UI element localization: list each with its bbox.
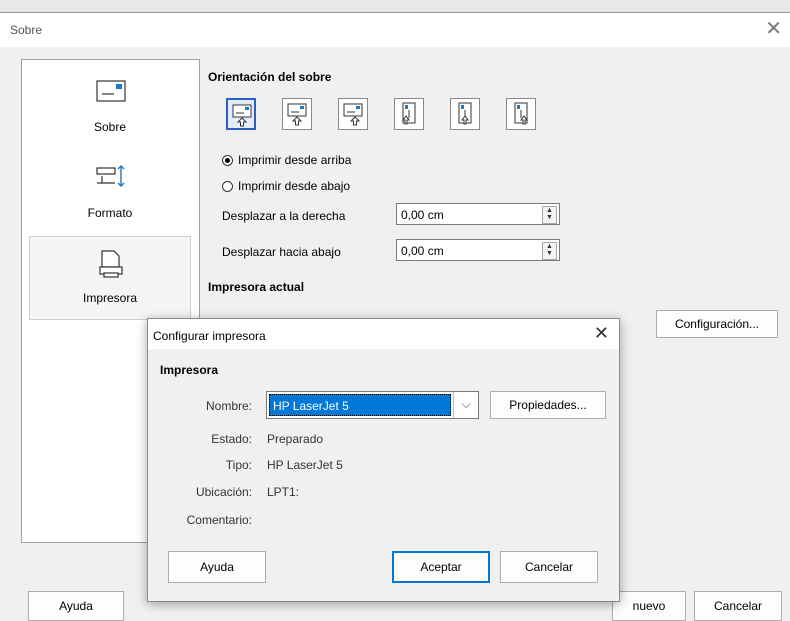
radio-label: Imprimir desde arriba [238, 153, 352, 167]
envelope-horizontal-right-icon [343, 103, 363, 126]
orientation-button-horizontal-left[interactable] [226, 98, 256, 130]
background-window-strip [0, 0, 790, 12]
printer-name-combobox[interactable]: HP LaserJet 5 ⌵ [266, 391, 479, 419]
printer-setup-dialog: Configurar impresora ✕ Impresora Nombre:… [147, 318, 620, 602]
envelope-horizontal-center-icon [287, 103, 307, 126]
shift-down-spinbox[interactable]: 0,00 cm ▲ ▼ [396, 239, 560, 261]
sidebar-item-label: Sobre [93, 120, 127, 134]
printer-name-selected: HP LaserJet 5 [269, 394, 451, 416]
sidebar-item-formato[interactable]: Formato [30, 152, 190, 234]
type-label: Tipo: [225, 458, 252, 472]
radio-print-from-top[interactable]: Imprimir desde arriba [222, 153, 351, 167]
status-value: Preparado [267, 432, 324, 446]
close-icon[interactable]: ✕ [765, 17, 782, 41]
dialog-title-bar: Configurar impresora ✕ [148, 319, 619, 349]
shift-right-label: Desplazar a la derecha [222, 209, 346, 223]
orientation-button-horizontal-center[interactable] [282, 98, 312, 130]
radio-print-from-bottom[interactable]: Imprimir desde abajo [222, 179, 350, 193]
accept-button[interactable]: Aceptar [392, 551, 490, 583]
spin-arrows-icon[interactable]: ▲ ▼ [542, 206, 557, 224]
format-icon [96, 165, 125, 187]
orientation-button-horizontal-right[interactable] [338, 98, 368, 130]
window-title: Sobre [10, 23, 43, 37]
envelope-vertical-center-icon [458, 102, 472, 125]
dialog-help-button[interactable]: Ayuda [168, 551, 266, 583]
orientation-heading: Orientación del sobre [208, 70, 332, 84]
radio-button[interactable] [222, 154, 233, 166]
dialog-cancel-button[interactable]: Cancelar [500, 551, 598, 583]
shift-right-spinbox[interactable]: 0,00 cm ▲ ▼ [396, 203, 560, 225]
radio-button[interactable] [222, 180, 233, 192]
printer-section-heading: Impresora [160, 363, 219, 377]
printer-name-label: Nombre: [205, 399, 252, 413]
configuration-button[interactable]: Configuración... [656, 310, 778, 338]
chevron-down-icon[interactable]: ⌵ [453, 392, 478, 418]
comment-label: Comentario: [186, 513, 252, 527]
current-printer-heading: Impresora actual [208, 280, 305, 294]
sidebar-item-label: Impresora [82, 291, 138, 305]
location-label: Ubicación: [195, 485, 252, 499]
shift-down-label: Desplazar hacia abajo [222, 245, 341, 259]
status-label: Estado: [211, 432, 252, 446]
envelope-horizontal-left-icon [232, 104, 252, 127]
envelope-vertical-left-icon [402, 102, 416, 125]
shift-right-value: 0,00 cm [401, 208, 444, 222]
printer-icon [99, 250, 123, 278]
radio-label: Imprimir desde abajo [238, 179, 351, 193]
spin-arrows-icon[interactable]: ▲ ▼ [542, 242, 557, 260]
location-value: LPT1: [267, 485, 300, 499]
type-value: HP LaserJet 5 [267, 458, 343, 472]
orientation-button-vertical-left[interactable] [394, 98, 424, 130]
dialog-title: Configurar impresora [153, 329, 266, 343]
sidebar-item-sobre[interactable]: Sobre [30, 66, 190, 148]
envelope-vertical-right-icon [514, 102, 528, 125]
orientation-button-vertical-center[interactable] [450, 98, 480, 130]
shift-down-value: 0,00 cm [401, 244, 444, 258]
new-button[interactable]: nuevo [612, 591, 686, 621]
dialog-close-icon[interactable]: ✕ [594, 323, 609, 344]
cancel-button[interactable]: Cancelar [694, 591, 782, 621]
title-bar: Sobre ✕ [0, 13, 790, 47]
sidebar-item-label: Formato [87, 206, 133, 220]
properties-button[interactable]: Propiedades... [490, 391, 606, 419]
envelope-icon [96, 80, 126, 102]
sidebar-item-impresora[interactable]: Impresora [29, 236, 191, 320]
orientation-button-vertical-right[interactable] [506, 98, 536, 130]
help-button[interactable]: Ayuda [28, 591, 124, 621]
